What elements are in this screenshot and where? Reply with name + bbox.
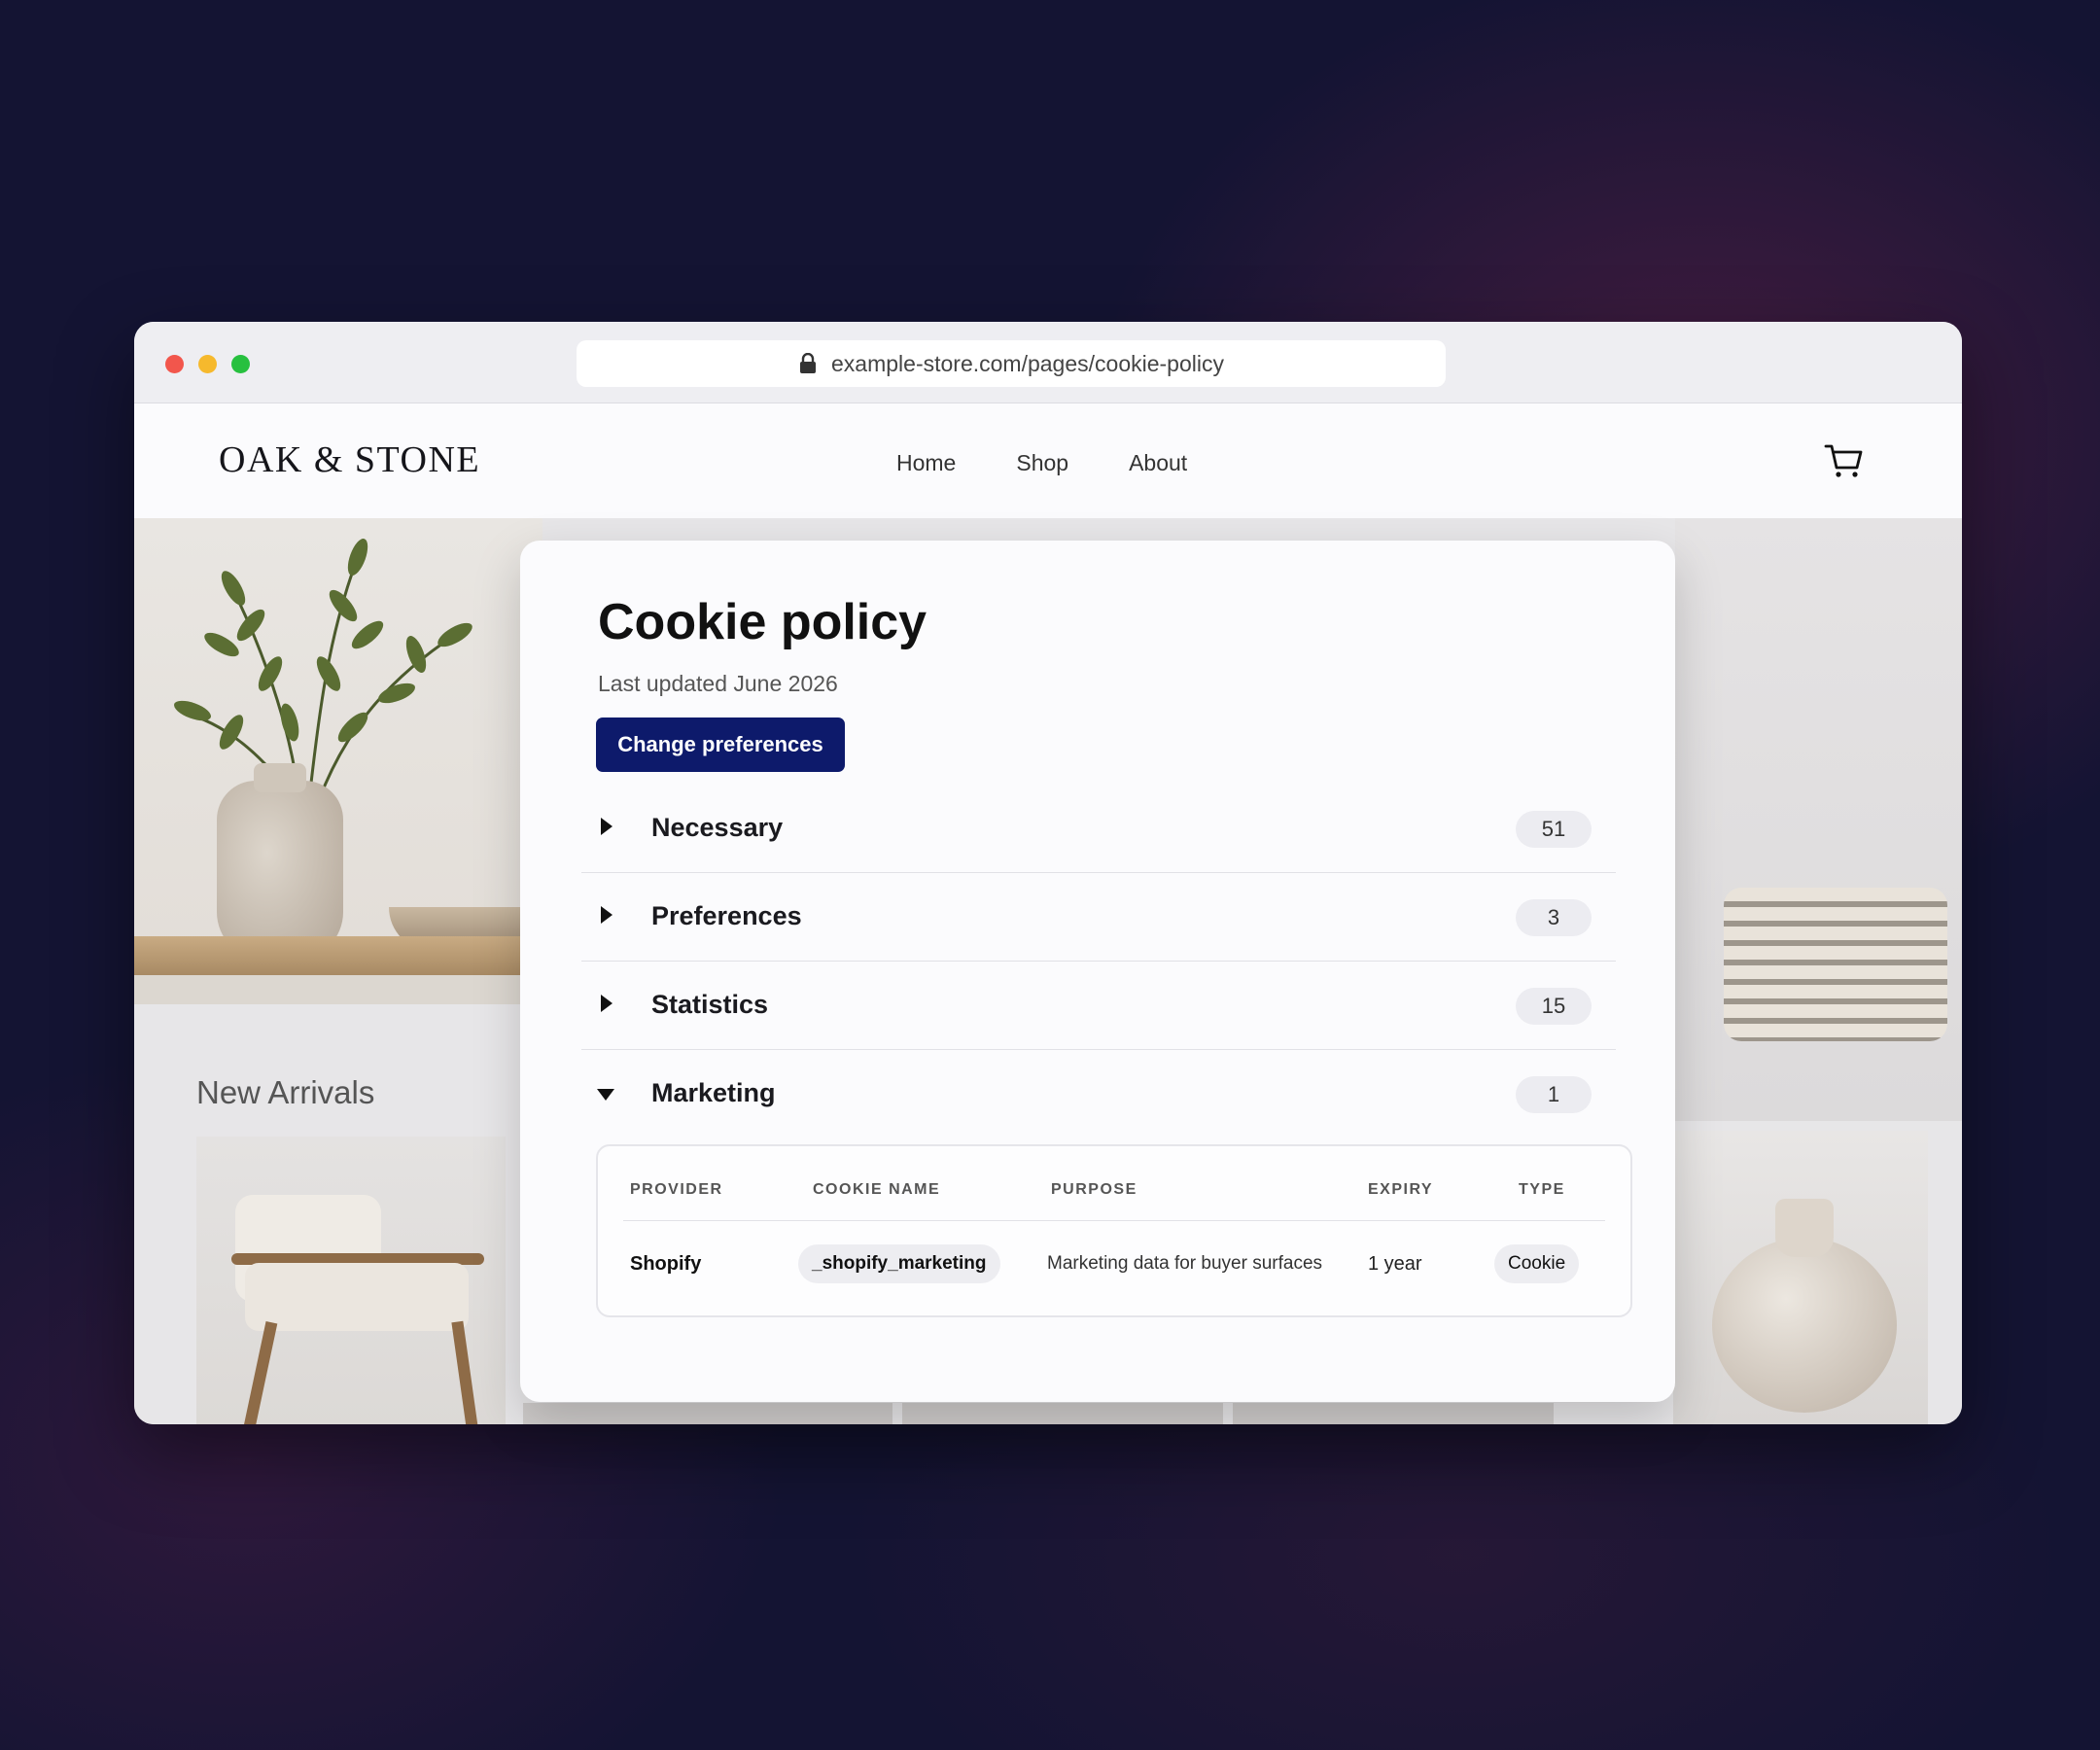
caret-down-icon [597, 1089, 614, 1101]
caret-right-icon [601, 818, 612, 835]
cell-cookie-name: _shopify_marketing [798, 1244, 1000, 1283]
category-label: Necessary [651, 813, 784, 842]
table-divider [623, 1220, 1605, 1221]
column-header-type: TYPE [1519, 1181, 1565, 1198]
store-logo[interactable]: OAK & STONE [219, 438, 480, 481]
cell-type: Cookie [1494, 1244, 1580, 1283]
category-count-badge: 3 [1516, 899, 1592, 936]
cart-icon[interactable] [1824, 440, 1865, 479]
caret-right-icon [601, 906, 612, 924]
category-count-badge: 51 [1516, 811, 1592, 848]
category-label: Marketing [651, 1078, 776, 1107]
category-count-badge: 1 [1516, 1076, 1592, 1113]
main-nav: Home Shop About [896, 450, 1187, 476]
close-window-button[interactable] [165, 355, 184, 373]
category-row-statistics[interactable]: Statistics 15 [581, 962, 1616, 1050]
column-header-provider: PROVIDER [630, 1181, 723, 1198]
last-updated-text: Last updated June 2026 [598, 671, 838, 696]
lock-icon [800, 353, 817, 373]
url-text: example-store.com/pages/cookie-policy [831, 350, 1224, 376]
nav-home-link[interactable]: Home [896, 450, 956, 476]
column-header-purpose: PURPOSE [1051, 1181, 1138, 1198]
category-row-marketing[interactable]: Marketing 1 [581, 1050, 1616, 1138]
product-card-strip [523, 1403, 892, 1424]
product-card-chair[interactable] [196, 1137, 506, 1424]
vase-image [217, 763, 343, 961]
modal-title: Cookie policy [598, 594, 928, 650]
pillow-image [1724, 888, 1947, 1041]
category-label: Statistics [651, 990, 769, 1019]
category-label: Preferences [651, 901, 802, 930]
browser-titlebar: example-store.com/pages/cookie-policy [134, 322, 1962, 403]
cell-provider: Shopify [630, 1253, 702, 1275]
cookie-policy-modal: Cookie policy Last updated June 2026 Cha… [520, 541, 1675, 1402]
cell-purpose: Marketing data for buyer surfaces [1047, 1253, 1323, 1274]
minimize-window-button[interactable] [198, 355, 217, 373]
column-header-cookie-name: COOKIE NAME [813, 1181, 941, 1198]
nav-shop-link[interactable]: Shop [1016, 450, 1068, 476]
caret-right-icon [601, 995, 612, 1012]
product-card-strip [1233, 1403, 1554, 1424]
new-arrivals-heading: New Arrivals [196, 1074, 375, 1110]
column-header-expiry: EXPIRY [1368, 1181, 1434, 1198]
hero-pillow-image [1675, 518, 1962, 1121]
cell-expiry: 1 year [1368, 1253, 1422, 1275]
change-preferences-button[interactable]: Change preferences [596, 718, 845, 772]
category-count-badge: 15 [1516, 988, 1592, 1025]
store-header: OAK & STONE Home Shop About [134, 403, 1962, 518]
shelf [134, 936, 542, 975]
marketing-cookie-table: PROVIDER COOKIE NAME PURPOSE EXPIRY TYPE… [596, 1144, 1632, 1317]
category-row-preferences[interactable]: Preferences 3 [581, 873, 1616, 962]
hero-plant-image [134, 518, 544, 1004]
nav-about-link[interactable]: About [1129, 450, 1187, 476]
category-row-necessary[interactable]: Necessary 51 [581, 785, 1616, 873]
maximize-window-button[interactable] [231, 355, 250, 373]
product-card-vase[interactable] [1673, 1131, 1928, 1424]
address-bar[interactable]: example-store.com/pages/cookie-policy [577, 340, 1446, 387]
plant-leaves [174, 539, 472, 801]
product-card-strip [902, 1403, 1223, 1424]
